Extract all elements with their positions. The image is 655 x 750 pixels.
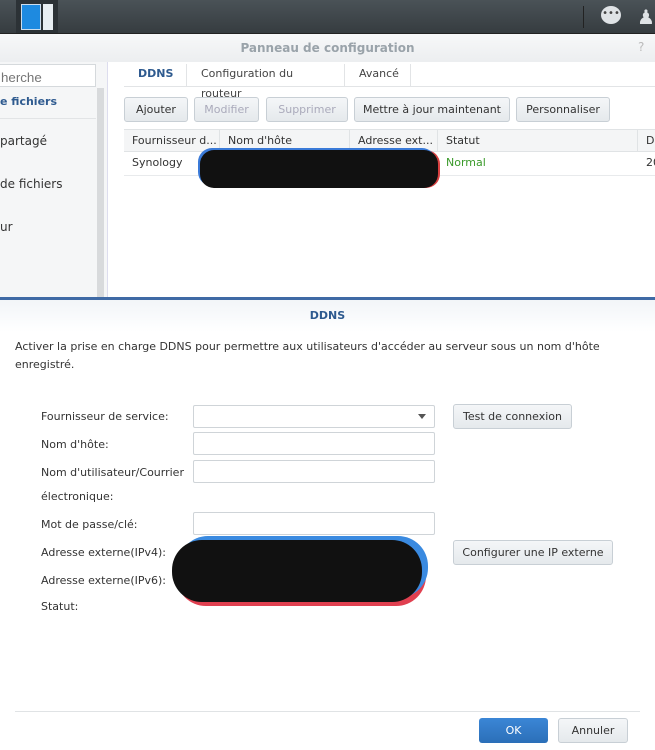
tab-advanced[interactable]: Avancé: [345, 64, 411, 86]
column-last-update[interactable]: Derni: [638, 130, 655, 152]
ok-button[interactable]: OK: [479, 718, 548, 743]
cancel-button[interactable]: Annuler: [558, 718, 628, 743]
provider-label: Fournisseur de service:: [41, 410, 169, 423]
table-header: Fournisseur d... Nom d'hôte Adresse ext.…: [124, 129, 655, 152]
username-label-cont: électronique:: [41, 490, 114, 503]
chevron-down-icon: [418, 414, 426, 419]
tab-router-config[interactable]: Configuration du routeur: [187, 64, 345, 100]
redacted-region: [172, 540, 422, 602]
cell-status: Normal: [446, 156, 486, 169]
dialog-title: DDNS: [0, 300, 655, 332]
edit-button[interactable]: Modifier: [194, 97, 259, 122]
divider: [124, 86, 655, 87]
column-provider[interactable]: Fournisseur d...: [124, 130, 220, 152]
column-hostname[interactable]: Nom d'hôte: [220, 130, 350, 152]
hostname-input[interactable]: [193, 432, 435, 455]
chat-icon[interactable]: •••: [601, 6, 621, 24]
customize-button[interactable]: Personnaliser: [516, 97, 610, 122]
column-address[interactable]: Adresse ext...: [350, 130, 438, 152]
divider: [15, 711, 640, 712]
divider: [583, 6, 584, 28]
cell-last-update: 2017: [646, 156, 655, 169]
window-title: Panneau de configuration: [0, 34, 655, 62]
sidebar-item-shared[interactable]: partagé: [0, 134, 96, 148]
ipv4-label: Adresse externe(IPv4):: [41, 546, 166, 559]
dialog-description: Activer la prise en charge DDNS pour per…: [15, 340, 600, 371]
status-label: Statut:: [41, 600, 79, 613]
column-status[interactable]: Statut: [438, 130, 638, 152]
password-label: Mot de passe/clé:: [41, 518, 138, 531]
add-button[interactable]: Ajouter: [124, 97, 188, 122]
tab-ddns[interactable]: DDNS: [124, 64, 187, 86]
ipv6-label: Adresse externe(IPv6):: [41, 574, 166, 587]
configure-external-ip-button[interactable]: Configurer une IP externe: [453, 540, 613, 565]
provider-select[interactable]: [193, 405, 435, 428]
help-icon[interactable]: ?: [638, 40, 644, 54]
cell-provider: Synology: [132, 156, 183, 169]
sidebar-item-other[interactable]: ur: [0, 220, 96, 234]
taskbar: [0, 0, 655, 34]
sidebar-item-files[interactable]: de fichiers: [0, 177, 96, 191]
update-now-button[interactable]: Mettre à jour maintenant: [354, 97, 510, 122]
hostname-label: Nom d'hôte:: [41, 438, 109, 451]
username-label: Nom d'utilisateur/Courrier: [41, 466, 184, 479]
scrollbar[interactable]: [97, 88, 104, 298]
control-panel-icon[interactable]: [16, 0, 58, 33]
user-icon[interactable]: ♟: [637, 5, 655, 29]
username-input[interactable]: [193, 460, 435, 483]
search-input[interactable]: [0, 64, 96, 87]
redacted-region: [200, 150, 438, 188]
sidebar-item-file-services[interactable]: e fichiers: [0, 95, 96, 119]
password-input[interactable]: [193, 512, 435, 535]
test-connection-button[interactable]: Test de connexion: [453, 404, 572, 429]
delete-button[interactable]: Supprimer: [266, 97, 348, 122]
